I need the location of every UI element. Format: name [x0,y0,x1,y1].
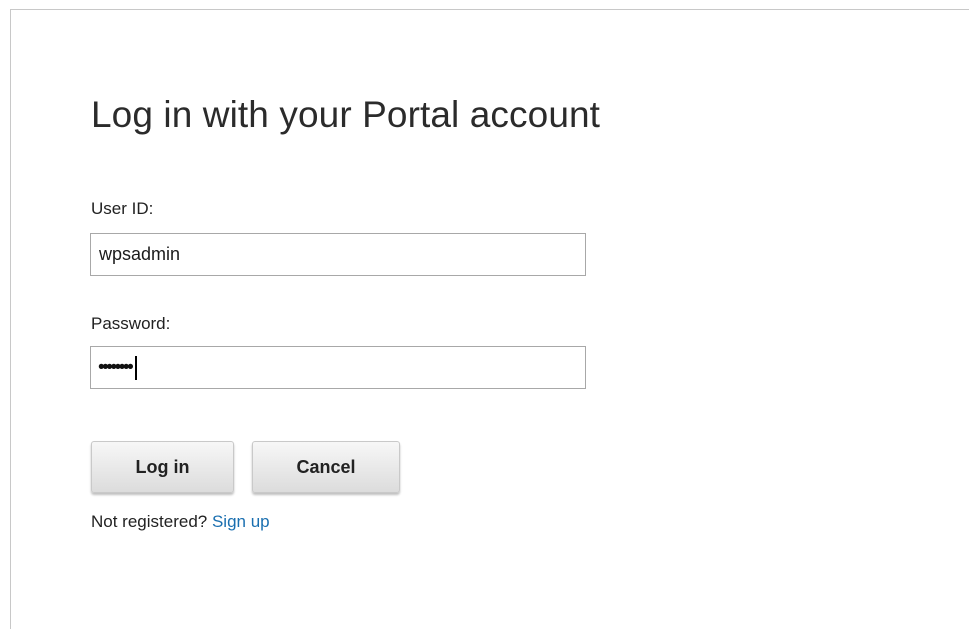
user-id-input[interactable] [90,233,586,276]
password-label: Password: [91,314,171,333]
login-panel: Log in with your Portal account User ID:… [10,9,969,629]
sign-up-link[interactable]: Sign up [212,512,270,531]
login-button[interactable]: Log in [91,441,234,493]
page-title: Log in with your Portal account [91,94,601,135]
password-mask: •••••••• [98,357,134,378]
signup-row: Not registered? Sign up [91,512,270,532]
password-input[interactable]: •••••••• [90,346,586,389]
not-registered-text: Not registered? [91,512,208,531]
cancel-button[interactable]: Cancel [252,441,400,493]
user-id-label: User ID: [91,199,154,218]
text-caret [135,355,138,380]
